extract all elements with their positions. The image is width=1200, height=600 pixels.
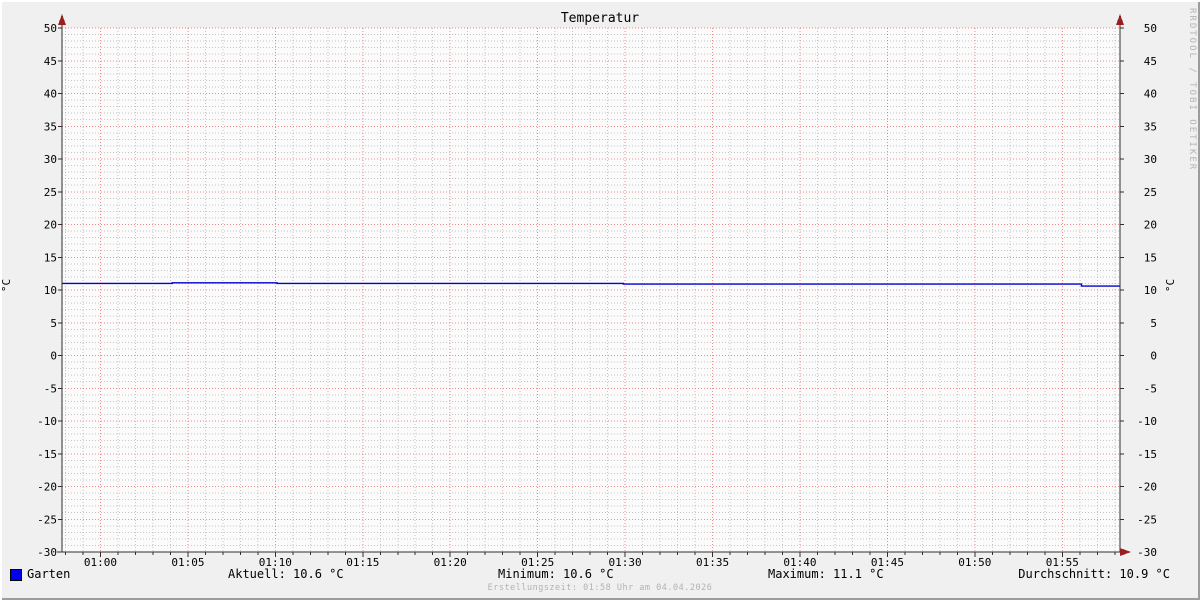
svg-text:-20: -20 [37, 481, 57, 494]
svg-text:5: 5 [1150, 317, 1157, 330]
rrdtool-temperature-graph: Temperatur RRDTOOL / TOBI OETIKER 50 50 45… [0, 0, 1200, 600]
svg-text:01:50: 01:50 [958, 556, 991, 569]
legend-swatch-garten [10, 569, 22, 581]
legend-series-label: Garten [27, 567, 71, 581]
svg-text:01:00: 01:00 [84, 556, 117, 569]
svg-text:25: 25 [44, 186, 57, 199]
svg-text:25: 25 [1144, 186, 1157, 199]
svg-text:-25: -25 [1137, 513, 1157, 526]
svg-text:45: 45 [1144, 55, 1157, 68]
svg-text:-5: -5 [44, 382, 57, 395]
svg-text:-5: -5 [1144, 382, 1157, 395]
svg-text:0: 0 [1150, 350, 1157, 363]
y-axis-unit-left: °C [0, 278, 14, 293]
svg-text:-15: -15 [37, 448, 57, 461]
stat-maximum: Maximum: 11.1 °C [768, 567, 884, 581]
svg-text:15: 15 [1144, 251, 1157, 264]
svg-text:40: 40 [1144, 88, 1157, 101]
svg-text:-15: -15 [1137, 448, 1157, 461]
svg-text:-10: -10 [37, 415, 57, 428]
stat-minimum: Minimum: 10.6 °C [498, 567, 614, 581]
svg-text:15: 15 [44, 251, 57, 264]
svg-text:01:15: 01:15 [346, 556, 379, 569]
svg-text:01:35: 01:35 [696, 556, 729, 569]
y-axis-unit-right: °C [1164, 278, 1178, 293]
creation-timestamp: Erstellungszeit: 01:58 Uhr am 04.04.2026 [487, 583, 713, 593]
svg-text:30: 30 [44, 153, 57, 166]
stat-aktuell: Aktuell: 10.6 °C [228, 567, 344, 581]
svg-text:10: 10 [44, 284, 57, 297]
svg-text:-30: -30 [37, 546, 57, 559]
svg-text:0: 0 [50, 350, 57, 363]
svg-text:30: 30 [1144, 153, 1157, 166]
svg-text:20: 20 [1144, 219, 1157, 232]
stat-durchschnitt: Durchschnitt: 10.9 °C [1018, 567, 1170, 581]
svg-text:50: 50 [44, 22, 57, 35]
svg-text:-30: -30 [1137, 546, 1157, 559]
svg-text:50: 50 [1144, 22, 1157, 35]
svg-text:-10: -10 [1137, 415, 1157, 428]
svg-text:5: 5 [50, 317, 57, 330]
svg-text:35: 35 [1144, 120, 1157, 133]
svg-text:01:20: 01:20 [434, 556, 467, 569]
svg-text:45: 45 [44, 55, 57, 68]
svg-text:10: 10 [1144, 284, 1157, 297]
svg-text:20: 20 [44, 219, 57, 232]
svg-text:35: 35 [44, 120, 57, 133]
svg-text:-20: -20 [1137, 481, 1157, 494]
svg-text:40: 40 [44, 88, 57, 101]
svg-text:-25: -25 [37, 513, 57, 526]
svg-text:01:05: 01:05 [171, 556, 204, 569]
temperature-chart-plot: 50 5045 4540 4035 3530 3025 2520 2015 1510 105 50 0… [37, 14, 1157, 569]
